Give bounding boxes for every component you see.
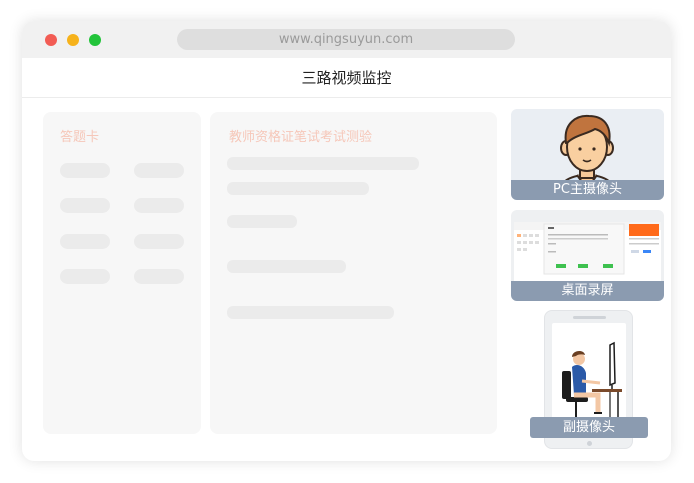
desktop-recording-view[interactable]: 桌面录屏	[511, 210, 664, 301]
answer-card-panel: 答题卡	[43, 112, 201, 434]
secondary-camera-label: 副摄像头	[530, 417, 648, 438]
answer-card-item[interactable]	[134, 198, 184, 213]
maximize-dot-icon[interactable]	[89, 34, 101, 46]
answer-card-item[interactable]	[134, 234, 184, 249]
placeholder-line	[227, 260, 346, 273]
close-dot-icon[interactable]	[45, 34, 57, 46]
browser-titlebar: www.qingsuyun.com	[22, 21, 671, 58]
placeholder-line	[227, 306, 394, 319]
answer-card-item[interactable]	[134, 269, 184, 284]
exam-title: 教师资格证笔试考试测验	[229, 130, 373, 145]
placeholder-line	[227, 182, 369, 195]
address-bar[interactable]: www.qingsuyun.com	[177, 29, 515, 50]
placeholder-line	[227, 215, 297, 228]
answer-card-item[interactable]	[60, 234, 110, 249]
answer-card-item[interactable]	[60, 198, 110, 213]
placeholder-line	[227, 157, 419, 170]
pc-camera-label: PC主摄像头	[511, 180, 664, 200]
minimize-dot-icon[interactable]	[67, 34, 79, 46]
answer-card-item[interactable]	[60, 269, 110, 284]
desktop-recording-label: 桌面录屏	[511, 281, 664, 301]
answer-card-item[interactable]	[60, 163, 110, 178]
page-title: 三路视频监控	[22, 58, 671, 98]
pc-camera-view[interactable]: PC主摄像头	[511, 109, 664, 200]
answer-card-item[interactable]	[134, 163, 184, 178]
answer-card-title: 答题卡	[60, 130, 100, 145]
phone-speaker	[573, 316, 606, 319]
browser-window: www.qingsuyun.com 三路视频监控 答题卡 教师资格证笔试考试测验	[22, 21, 671, 461]
phone-home-button	[587, 441, 592, 446]
exam-panel: 教师资格证笔试考试测验	[210, 112, 497, 434]
